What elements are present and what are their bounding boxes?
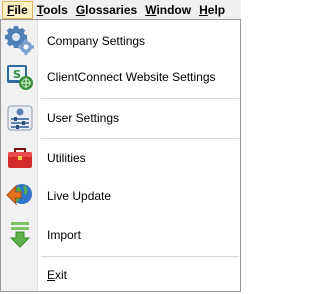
- menu-help-mnemonic: H: [199, 3, 208, 17]
- menu-file-label: ile: [14, 3, 28, 17]
- menu-tools-label: ools: [43, 3, 68, 17]
- menu-item-label: Live Update: [47, 189, 112, 203]
- menu-item-label: ClientConnect Website Settings: [47, 70, 216, 84]
- toolbox-icon: [3, 141, 37, 175]
- menu-file[interactable]: File: [2, 1, 33, 19]
- menu-item-label: Company Settings: [47, 34, 146, 48]
- menu-window-mnemonic: W: [145, 3, 157, 17]
- menu-item-label: User Settings: [47, 111, 120, 125]
- menu-item-exit[interactable]: Exit: [1, 256, 240, 294]
- website-settings-icon: S: [3, 60, 37, 94]
- menu-item-user-settings[interactable]: User Settings: [1, 99, 240, 137]
- menu-item-label: Import: [47, 228, 82, 242]
- menu-item-company-settings[interactable]: Company Settings: [1, 22, 240, 60]
- import-arrow-icon: [3, 218, 37, 252]
- globe-update-icon: [3, 179, 37, 213]
- exit-mnemonic: E: [47, 268, 56, 282]
- menu-window-label: indow: [156, 3, 192, 17]
- svg-text:S: S: [13, 68, 21, 81]
- menu-glossaries-label: lossaries: [85, 3, 138, 17]
- menu-bar: File Tools Glossaries Window Help: [0, 0, 241, 19]
- menu-item-import[interactable]: Import: [1, 216, 240, 254]
- menu-help-label: elp: [207, 3, 226, 17]
- menu-item-clientconnect-website-settings[interactable]: S ClientConnect Website Settings: [1, 58, 240, 96]
- menu-window[interactable]: Window: [141, 1, 195, 19]
- menu-glossaries-mnemonic: G: [75, 3, 86, 17]
- menu-glossaries[interactable]: Glossaries: [72, 1, 141, 19]
- exit-label: xit: [55, 268, 68, 282]
- menu-help[interactable]: Help: [195, 1, 229, 19]
- menu-tools[interactable]: Tools: [33, 1, 72, 19]
- menu-item-live-update[interactable]: Live Update: [1, 177, 240, 215]
- menu-item-label: Exit: [47, 268, 67, 282]
- user-settings-icon: [3, 101, 37, 135]
- gear-settings-icon: [3, 24, 37, 58]
- menu-item-utilities[interactable]: Utilities: [1, 139, 240, 177]
- file-menu-dropdown: Company Settings S ClientConnect Website…: [0, 19, 241, 292]
- menu-item-label: Utilities: [47, 151, 86, 165]
